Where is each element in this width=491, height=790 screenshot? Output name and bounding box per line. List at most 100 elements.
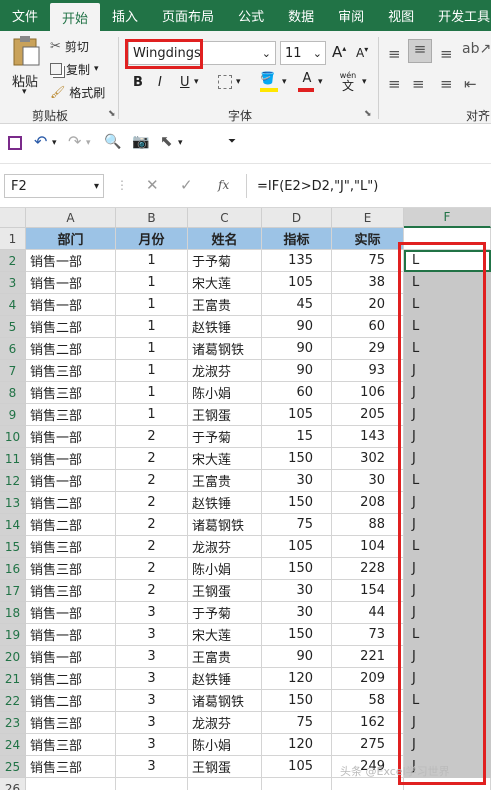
table-cell[interactable]: 赵铁锤: [188, 316, 262, 338]
table-cell[interactable]: [404, 228, 491, 250]
column-header[interactable]: B: [116, 208, 188, 228]
row-header[interactable]: 18: [0, 602, 26, 624]
table-cell[interactable]: 3: [116, 712, 188, 734]
chevron-down-icon[interactable]: ▾: [236, 77, 241, 87]
table-cell[interactable]: 60: [332, 316, 404, 338]
table-cell[interactable]: 104: [332, 536, 404, 558]
table-cell[interactable]: 275: [332, 734, 404, 756]
table-cell[interactable]: 3: [116, 624, 188, 646]
table-cell[interactable]: 75: [332, 250, 404, 272]
table-cell[interactable]: L: [404, 536, 491, 558]
align-bottom-icon[interactable]: ≡: [440, 45, 453, 63]
table-cell[interactable]: J: [404, 492, 491, 514]
table-cell[interactable]: 销售三部: [26, 404, 116, 426]
select-all-corner[interactable]: [0, 208, 26, 228]
table-cell[interactable]: J: [404, 514, 491, 536]
tab-home[interactable]: 开始: [50, 3, 101, 31]
table-cell[interactable]: 龙淑芬: [188, 712, 262, 734]
row-header[interactable]: 17: [0, 580, 26, 602]
cancel-icon[interactable]: ✕: [146, 176, 159, 194]
chevron-down-icon[interactable]: ▾: [52, 138, 57, 148]
dialog-launcher-icon[interactable]: ⬊: [108, 109, 116, 119]
table-cell[interactable]: 销售一部: [26, 646, 116, 668]
table-cell[interactable]: 90: [262, 360, 332, 382]
row-header[interactable]: 23: [0, 712, 26, 734]
row-header[interactable]: 12: [0, 470, 26, 492]
table-cell[interactable]: J: [404, 382, 491, 404]
table-cell[interactable]: J: [404, 712, 491, 734]
dialog-launcher-icon[interactable]: ⬊: [364, 109, 372, 119]
font-size-combo[interactable]: 11 ⌄: [280, 41, 326, 65]
row-header[interactable]: 21: [0, 668, 26, 690]
row-header[interactable]: 15: [0, 536, 26, 558]
table-cell[interactable]: 销售三部: [26, 712, 116, 734]
table-cell[interactable]: 销售一部: [26, 250, 116, 272]
table-cell[interactable]: 3: [116, 668, 188, 690]
header-cell[interactable]: 指标: [262, 228, 332, 250]
fill-color-button[interactable]: 🪣: [260, 71, 280, 93]
table-cell[interactable]: L: [404, 338, 491, 360]
table-cell[interactable]: J: [404, 646, 491, 668]
table-cell[interactable]: 3: [116, 646, 188, 668]
table-cell[interactable]: J: [404, 360, 491, 382]
table-cell[interactable]: 221: [332, 646, 404, 668]
table-cell[interactable]: 150: [262, 624, 332, 646]
insert-function-button[interactable]: fx: [218, 178, 229, 192]
italic-button[interactable]: I: [158, 75, 162, 90]
cut-button[interactable]: ✂ 剪切: [50, 37, 89, 55]
table-cell[interactable]: 宋大莲: [188, 272, 262, 294]
tab-insert[interactable]: 插入: [100, 0, 150, 31]
paste-button[interactable]: 粘贴 ▾: [8, 35, 44, 99]
row-header[interactable]: 20: [0, 646, 26, 668]
table-cell[interactable]: 150: [262, 448, 332, 470]
table-cell[interactable]: 2: [116, 426, 188, 448]
table-cell[interactable]: 2: [116, 580, 188, 602]
row-header[interactable]: 10: [0, 426, 26, 448]
table-cell[interactable]: 20: [332, 294, 404, 316]
align-center-icon[interactable]: ≡: [412, 75, 425, 93]
table-cell[interactable]: 1: [116, 250, 188, 272]
table-cell[interactable]: 销售二部: [26, 668, 116, 690]
column-header[interactable]: C: [188, 208, 262, 228]
table-cell[interactable]: 销售二部: [26, 492, 116, 514]
table-cell[interactable]: 88: [332, 514, 404, 536]
name-box[interactable]: F2 ▾: [4, 174, 104, 198]
row-header[interactable]: 9: [0, 404, 26, 426]
chevron-down-icon[interactable]: ▾: [318, 77, 323, 87]
table-cell[interactable]: 150: [262, 558, 332, 580]
format-painter-button[interactable]: 🖌 格式刷: [50, 83, 105, 101]
table-cell[interactable]: 销售一部: [26, 624, 116, 646]
chevron-down-icon[interactable]: ▾: [282, 77, 287, 87]
table-cell[interactable]: 王钢蛋: [188, 404, 262, 426]
table-cell[interactable]: 208: [332, 492, 404, 514]
table-cell[interactable]: L: [404, 316, 491, 338]
enter-icon[interactable]: ✓: [180, 176, 193, 194]
table-cell[interactable]: 228: [332, 558, 404, 580]
row-header[interactable]: 8: [0, 382, 26, 404]
table-cell[interactable]: 1: [116, 338, 188, 360]
table-cell[interactable]: 1: [116, 316, 188, 338]
table-cell[interactable]: L: [404, 624, 491, 646]
row-header[interactable]: 1: [0, 228, 26, 250]
table-cell[interactable]: 209: [332, 668, 404, 690]
row-header[interactable]: 22: [0, 690, 26, 712]
align-middle-icon[interactable]: ≡: [408, 39, 432, 63]
table-cell[interactable]: 销售二部: [26, 316, 116, 338]
redo-icon[interactable]: ↷: [68, 132, 81, 151]
table-cell[interactable]: J: [404, 668, 491, 690]
row-header[interactable]: 16: [0, 558, 26, 580]
table-cell[interactable]: 143: [332, 426, 404, 448]
row-header[interactable]: 11: [0, 448, 26, 470]
table-cell[interactable]: 150: [262, 492, 332, 514]
row-header[interactable]: 24: [0, 734, 26, 756]
table-cell[interactable]: 王钢蛋: [188, 580, 262, 602]
phonetic-button[interactable]: wén 文: [338, 71, 358, 92]
table-cell[interactable]: 龙淑芬: [188, 360, 262, 382]
table-cell[interactable]: 王富贵: [188, 294, 262, 316]
table-cell[interactable]: 106: [332, 382, 404, 404]
table-cell[interactable]: 于予菊: [188, 250, 262, 272]
table-cell[interactable]: 90: [262, 646, 332, 668]
increase-font-button[interactable]: A▴: [332, 43, 346, 61]
chevron-down-icon[interactable]: ⌄: [262, 47, 275, 60]
table-cell[interactable]: 15: [262, 426, 332, 448]
